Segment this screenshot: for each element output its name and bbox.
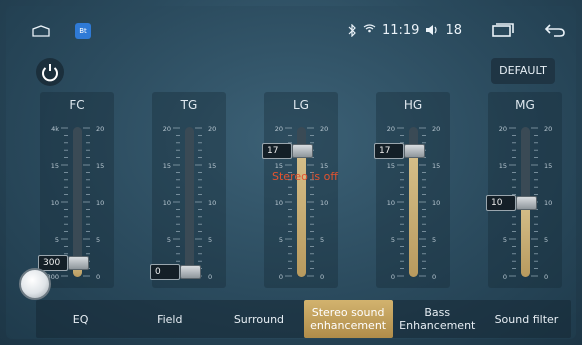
scale-label-right: 5 bbox=[320, 236, 324, 244]
scale-label-right: 20 bbox=[544, 125, 552, 133]
scale-label-left: 4k bbox=[51, 125, 59, 133]
scale-label-right: 10 bbox=[208, 199, 216, 207]
tab-sound-filter[interactable]: Sound filter bbox=[482, 300, 571, 338]
scale-label-right: 0 bbox=[544, 273, 548, 281]
scale-label-left: 15 bbox=[387, 162, 395, 170]
scale-label-left: 15 bbox=[51, 162, 59, 170]
scale-label-right: 15 bbox=[544, 162, 552, 170]
slider-track[interactable] bbox=[185, 127, 194, 277]
scale-label-right: 10 bbox=[320, 199, 328, 207]
scale-label-right: 20 bbox=[96, 125, 104, 133]
status-bar: Bt 11:19 18 bbox=[6, 6, 576, 50]
scale-label-right: 0 bbox=[96, 273, 100, 281]
clock-text: 11:19 bbox=[381, 22, 420, 38]
scale-label-right: 15 bbox=[320, 162, 328, 170]
tab-stereo-sound[interactable]: Stereo sound enhancement bbox=[303, 300, 393, 338]
scale-label-left: 0 bbox=[503, 273, 507, 281]
volume-value: 18 bbox=[445, 22, 462, 38]
slider-track[interactable] bbox=[73, 127, 82, 277]
home-icon[interactable] bbox=[32, 25, 50, 37]
tab-label: Field bbox=[157, 312, 183, 326]
slider-value-tag: 17 bbox=[374, 142, 404, 159]
slider-thumb[interactable] bbox=[68, 256, 89, 270]
scale-label-right: 5 bbox=[96, 236, 100, 244]
power-icon bbox=[42, 64, 58, 82]
scale-label-left: 15 bbox=[499, 162, 507, 170]
slider-thumb[interactable] bbox=[404, 143, 425, 158]
scale-label-right: 15 bbox=[432, 162, 440, 170]
tab-label-line2: enhancement bbox=[310, 319, 387, 332]
status-right: 11:19 18 bbox=[348, 18, 566, 42]
slider-thumb[interactable] bbox=[292, 143, 313, 158]
slider-value-tag: 0 bbox=[150, 264, 180, 280]
bluetooth-icon bbox=[348, 23, 356, 37]
scale-label-left: 0 bbox=[279, 273, 283, 281]
scale-label-left: 10 bbox=[275, 199, 283, 207]
tab-label: Surround bbox=[233, 312, 285, 326]
scale-label-left: 10 bbox=[387, 199, 395, 207]
recent-apps-icon[interactable] bbox=[492, 23, 514, 37]
scale-label-left: 5 bbox=[391, 236, 395, 244]
power-button[interactable] bbox=[36, 58, 64, 86]
slider-value-tag: 300 bbox=[38, 255, 68, 271]
scale-label-left: 5 bbox=[55, 236, 59, 244]
wifi-icon bbox=[363, 24, 376, 33]
slider-value-tag: 17 bbox=[262, 142, 292, 159]
slider-value-tag: 10 bbox=[486, 195, 516, 211]
scale-label-right: 20 bbox=[320, 125, 328, 133]
scale-label-right: 10 bbox=[96, 199, 104, 207]
default-button[interactable]: DEFAULT bbox=[491, 58, 555, 84]
speaker-icon bbox=[426, 25, 438, 35]
scale-label-right: 20 bbox=[432, 125, 440, 133]
scale-label-left: 10 bbox=[163, 199, 171, 207]
scale-label-left: 15 bbox=[163, 162, 171, 170]
scale-label-left: 5 bbox=[503, 236, 507, 244]
slider-hg[interactable]: HG 20 20 15 15 10 10 5 5 0 0 17 bbox=[374, 92, 450, 288]
stereo-status-note: Stereo is off bbox=[272, 170, 338, 183]
scale-label-left: 10 bbox=[51, 199, 59, 207]
slider-thumb[interactable] bbox=[516, 196, 537, 210]
sound-tab-bar: EQ Field Surround Stereo sound enhancement Ba… bbox=[36, 300, 571, 338]
slider-lg[interactable]: LG 20 20 15 15 10 10 5 5 0 0 17 bbox=[262, 92, 338, 288]
tab-label: Stereo sound bbox=[311, 306, 385, 319]
scale-label-right: 5 bbox=[544, 236, 548, 244]
scale-label-left: 0 bbox=[391, 273, 395, 281]
scale-label-right: 20 bbox=[208, 125, 216, 133]
scale-label-left: 20 bbox=[499, 125, 507, 133]
scale-label-left: 5 bbox=[167, 236, 171, 244]
slider-fc[interactable]: FC4k2015151010553000Hz300 bbox=[38, 92, 114, 288]
tab-label: EQ bbox=[72, 312, 89, 326]
scale-label-right: 5 bbox=[208, 236, 212, 244]
tab-label: Bass bbox=[424, 306, 451, 319]
slider-fill bbox=[297, 149, 306, 277]
tab-label-line2: Enhancement bbox=[399, 319, 476, 332]
scale-label-right: 10 bbox=[432, 199, 440, 207]
scale-label-right: 0 bbox=[320, 273, 324, 281]
scale-label-left: 5 bbox=[279, 236, 283, 244]
scale-label-right: 5 bbox=[432, 236, 436, 244]
app-shortcut-icon[interactable]: Bt bbox=[75, 23, 91, 39]
tab-label: Sound filter bbox=[494, 312, 559, 326]
tab-field[interactable]: Field bbox=[125, 300, 214, 338]
scale-label-right: 10 bbox=[544, 199, 552, 207]
floating-assist-button[interactable] bbox=[19, 268, 51, 300]
slider-tg[interactable]: TG20201515101055000 bbox=[150, 92, 226, 288]
slider-fill bbox=[409, 149, 418, 277]
slider-mg[interactable]: MG202015151010550010 bbox=[486, 92, 562, 288]
scale-label-left: 20 bbox=[275, 125, 283, 133]
scale-label-right: 0 bbox=[208, 273, 212, 281]
scale-label-right: 15 bbox=[96, 162, 104, 170]
tab-bass[interactable]: Bass Enhancement bbox=[393, 300, 482, 338]
tab-eq[interactable]: EQ bbox=[36, 300, 125, 338]
tab-surround[interactable]: Surround bbox=[214, 300, 303, 338]
scale-label-right: 0 bbox=[432, 273, 436, 281]
scale-label-left: 20 bbox=[387, 125, 395, 133]
scale-label-right: 15 bbox=[208, 162, 216, 170]
slider-thumb[interactable] bbox=[180, 265, 201, 279]
scale-label-left: 15 bbox=[275, 162, 283, 170]
back-icon[interactable] bbox=[544, 23, 566, 37]
scale-label-left: 20 bbox=[163, 125, 171, 133]
app-frame: Bt 11:19 18 DEFAULT FC 4k 20 15 15 10 10 5 5 300 0… bbox=[6, 6, 576, 339]
slider-fill bbox=[521, 202, 530, 277]
